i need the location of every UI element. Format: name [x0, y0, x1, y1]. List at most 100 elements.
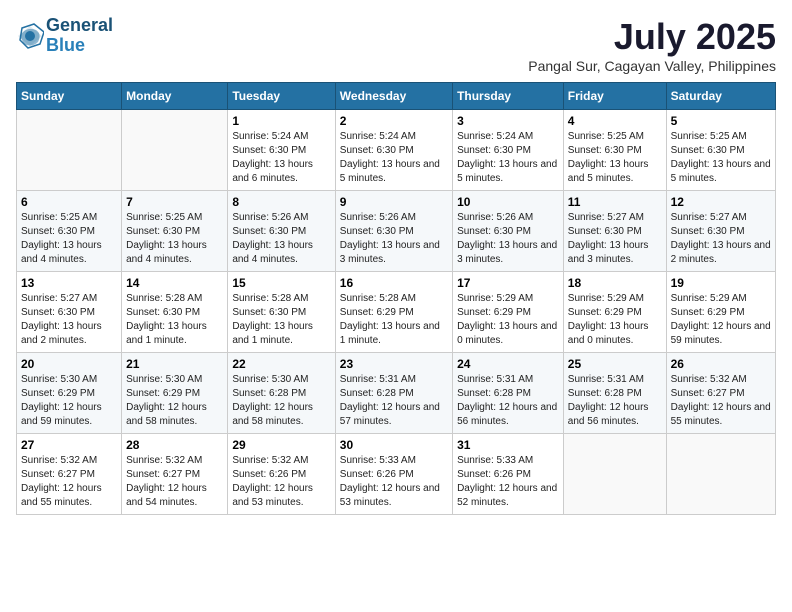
- calendar-cell: [122, 110, 228, 191]
- day-info: Sunrise: 5:30 AMSunset: 6:28 PMDaylight:…: [232, 373, 330, 429]
- calendar-week-row: 6Sunrise: 5:25 AMSunset: 6:30 PMDaylight…: [17, 191, 776, 272]
- calendar-cell: 17 Sunrise: 5:29 AMSunset: 6:29 PMDayligh…: [453, 272, 564, 353]
- calendar-cell: 28 Sunrise: 5:32 AMSunset: 6:27 PMDayligh…: [122, 434, 228, 515]
- day-number: 25: [568, 357, 662, 371]
- calendar-cell: 6Sunrise: 5:25 AMSunset: 6:30 PMDaylight…: [17, 191, 122, 272]
- day-info: Sunrise: 5:32 AMSunset: 6:27 PMDaylight:…: [21, 454, 117, 510]
- day-info: Sunrise: 5:26 AMSunset: 6:30 PMDaylight:…: [457, 211, 559, 267]
- day-info: Sunrise: 5:27 AMSunset: 6:30 PMDaylight:…: [568, 211, 662, 267]
- day-info: Sunrise: 5:28 AMSunset: 6:30 PMDaylight:…: [126, 292, 223, 348]
- day-info: Sunrise: 5:25 AMSunset: 6:30 PMDaylight:…: [126, 211, 223, 267]
- day-info: Sunrise: 5:33 AMSunset: 6:26 PMDaylight:…: [340, 454, 448, 510]
- calendar-cell: 2Sunrise: 5:24 AMSunset: 6:30 PMDaylight…: [335, 110, 452, 191]
- calendar-cell: 20 Sunrise: 5:30 AMSunset: 6:29 PMDayligh…: [17, 353, 122, 434]
- day-number: 14: [126, 276, 223, 290]
- day-number: 12: [671, 195, 771, 209]
- logo-icon: [16, 22, 44, 50]
- day-number: 17: [457, 276, 559, 290]
- calendar-cell: 13 Sunrise: 5:27 AMSunset: 6:30 PMDayligh…: [17, 272, 122, 353]
- calendar-cell: 31 Sunrise: 5:33 AMSunset: 6:26 PMDayligh…: [453, 434, 564, 515]
- day-number: 3: [457, 114, 559, 128]
- day-number: 30: [340, 438, 448, 452]
- day-number: 11: [568, 195, 662, 209]
- calendar-cell: 15Sunrise: 5:28 AMSunset: 6:30 PMDayligh…: [228, 272, 335, 353]
- calendar-cell: 18 Sunrise: 5:29 AMSunset: 6:29 PMDayligh…: [563, 272, 666, 353]
- calendar-cell: 3 Sunrise: 5:24 AMSunset: 6:30 PMDaylight…: [453, 110, 564, 191]
- logo-text-line2: Blue: [46, 36, 113, 56]
- day-number: 29: [232, 438, 330, 452]
- calendar-week-row: 13 Sunrise: 5:27 AMSunset: 6:30 PMDayligh…: [17, 272, 776, 353]
- weekday-header-cell: Thursday: [453, 83, 564, 110]
- calendar-cell: 1Sunrise: 5:24 AMSunset: 6:30 PMDaylight…: [228, 110, 335, 191]
- day-number: 8: [232, 195, 330, 209]
- day-number: 4: [568, 114, 662, 128]
- day-info: Sunrise: 5:29 AMSunset: 6:29 PMDaylight:…: [457, 292, 559, 348]
- day-info: Sunrise: 5:26 AMSunset: 6:30 PMDaylight:…: [232, 211, 330, 267]
- day-number: 21: [126, 357, 223, 371]
- day-info: Sunrise: 5:25 AMSunset: 6:30 PMDaylight:…: [21, 211, 117, 267]
- day-info: Sunrise: 5:25 AMSunset: 6:30 PMDaylight:…: [568, 130, 662, 186]
- day-number: 20: [21, 357, 117, 371]
- calendar-week-row: 20 Sunrise: 5:30 AMSunset: 6:29 PMDayligh…: [17, 353, 776, 434]
- calendar-table: SundayMondayTuesdayWednesdayThursdayFrid…: [16, 82, 776, 515]
- day-info: Sunrise: 5:29 AMSunset: 6:29 PMDaylight:…: [568, 292, 662, 348]
- day-info: Sunrise: 5:24 AMSunset: 6:30 PMDaylight:…: [340, 130, 448, 186]
- day-info: Sunrise: 5:33 AMSunset: 6:26 PMDaylight:…: [457, 454, 559, 510]
- day-number: 18: [568, 276, 662, 290]
- day-number: 31: [457, 438, 559, 452]
- day-number: 10: [457, 195, 559, 209]
- day-info: Sunrise: 5:28 AMSunset: 6:29 PMDaylight:…: [340, 292, 448, 348]
- day-info: Sunrise: 5:32 AMSunset: 6:27 PMDaylight:…: [126, 454, 223, 510]
- day-info: Sunrise: 5:30 AMSunset: 6:29 PMDaylight:…: [21, 373, 117, 429]
- calendar-cell: 12Sunrise: 5:27 AMSunset: 6:30 PMDayligh…: [666, 191, 775, 272]
- day-info: Sunrise: 5:31 AMSunset: 6:28 PMDaylight:…: [568, 373, 662, 429]
- calendar-body: 1Sunrise: 5:24 AMSunset: 6:30 PMDaylight…: [17, 110, 776, 515]
- day-number: 27: [21, 438, 117, 452]
- calendar-cell: [17, 110, 122, 191]
- weekday-header-cell: Tuesday: [228, 83, 335, 110]
- title-block: July 2025 Pangal Sur, Cagayan Valley, Ph…: [528, 16, 776, 74]
- day-info: Sunrise: 5:24 AMSunset: 6:30 PMDaylight:…: [457, 130, 559, 186]
- day-number: 19: [671, 276, 771, 290]
- day-number: 13: [21, 276, 117, 290]
- page-header: General Blue July 2025 Pangal Sur, Cagay…: [16, 16, 776, 74]
- calendar-cell: 19Sunrise: 5:29 AMSunset: 6:29 PMDayligh…: [666, 272, 775, 353]
- month-title: July 2025: [528, 16, 776, 58]
- day-number: 24: [457, 357, 559, 371]
- calendar-cell: 21 Sunrise: 5:30 AMSunset: 6:29 PMDayligh…: [122, 353, 228, 434]
- day-info: Sunrise: 5:31 AMSunset: 6:28 PMDaylight:…: [340, 373, 448, 429]
- day-info: Sunrise: 5:32 AMSunset: 6:27 PMDaylight:…: [671, 373, 771, 429]
- calendar-cell: 10 Sunrise: 5:26 AMSunset: 6:30 PMDayligh…: [453, 191, 564, 272]
- day-info: Sunrise: 5:31 AMSunset: 6:28 PMDaylight:…: [457, 373, 559, 429]
- day-number: 26: [671, 357, 771, 371]
- calendar-cell: 27 Sunrise: 5:32 AMSunset: 6:27 PMDayligh…: [17, 434, 122, 515]
- day-number: 5: [671, 114, 771, 128]
- calendar-cell: [666, 434, 775, 515]
- calendar-cell: 9 Sunrise: 5:26 AMSunset: 6:30 PMDaylight…: [335, 191, 452, 272]
- calendar-cell: 5 Sunrise: 5:25 AMSunset: 6:30 PMDaylight…: [666, 110, 775, 191]
- day-info: Sunrise: 5:30 AMSunset: 6:29 PMDaylight:…: [126, 373, 223, 429]
- day-info: Sunrise: 5:26 AMSunset: 6:30 PMDaylight:…: [340, 211, 448, 267]
- calendar-cell: 8 Sunrise: 5:26 AMSunset: 6:30 PMDaylight…: [228, 191, 335, 272]
- day-info: Sunrise: 5:25 AMSunset: 6:30 PMDaylight:…: [671, 130, 771, 186]
- day-number: 28: [126, 438, 223, 452]
- day-number: 22: [232, 357, 330, 371]
- calendar-cell: 16Sunrise: 5:28 AMSunset: 6:29 PMDayligh…: [335, 272, 452, 353]
- logo-text-line1: General: [46, 16, 113, 36]
- calendar-week-row: 1Sunrise: 5:24 AMSunset: 6:30 PMDaylight…: [17, 110, 776, 191]
- calendar-cell: 30 Sunrise: 5:33 AMSunset: 6:26 PMDayligh…: [335, 434, 452, 515]
- weekday-header-cell: Monday: [122, 83, 228, 110]
- calendar-cell: 7Sunrise: 5:25 AMSunset: 6:30 PMDaylight…: [122, 191, 228, 272]
- calendar-cell: 25 Sunrise: 5:31 AMSunset: 6:28 PMDayligh…: [563, 353, 666, 434]
- calendar-cell: 26 Sunrise: 5:32 AMSunset: 6:27 PMDayligh…: [666, 353, 775, 434]
- day-number: 15: [232, 276, 330, 290]
- calendar-cell: 4 Sunrise: 5:25 AMSunset: 6:30 PMDaylight…: [563, 110, 666, 191]
- calendar-cell: 22 Sunrise: 5:30 AMSunset: 6:28 PMDayligh…: [228, 353, 335, 434]
- day-info: Sunrise: 5:24 AMSunset: 6:30 PMDaylight:…: [232, 130, 330, 186]
- calendar-cell: 24 Sunrise: 5:31 AMSunset: 6:28 PMDayligh…: [453, 353, 564, 434]
- day-number: 9: [340, 195, 448, 209]
- calendar-cell: 14 Sunrise: 5:28 AMSunset: 6:30 PMDayligh…: [122, 272, 228, 353]
- calendar-week-row: 27 Sunrise: 5:32 AMSunset: 6:27 PMDayligh…: [17, 434, 776, 515]
- day-info: Sunrise: 5:27 AMSunset: 6:30 PMDaylight:…: [21, 292, 117, 348]
- day-info: Sunrise: 5:32 AMSunset: 6:26 PMDaylight:…: [232, 454, 330, 510]
